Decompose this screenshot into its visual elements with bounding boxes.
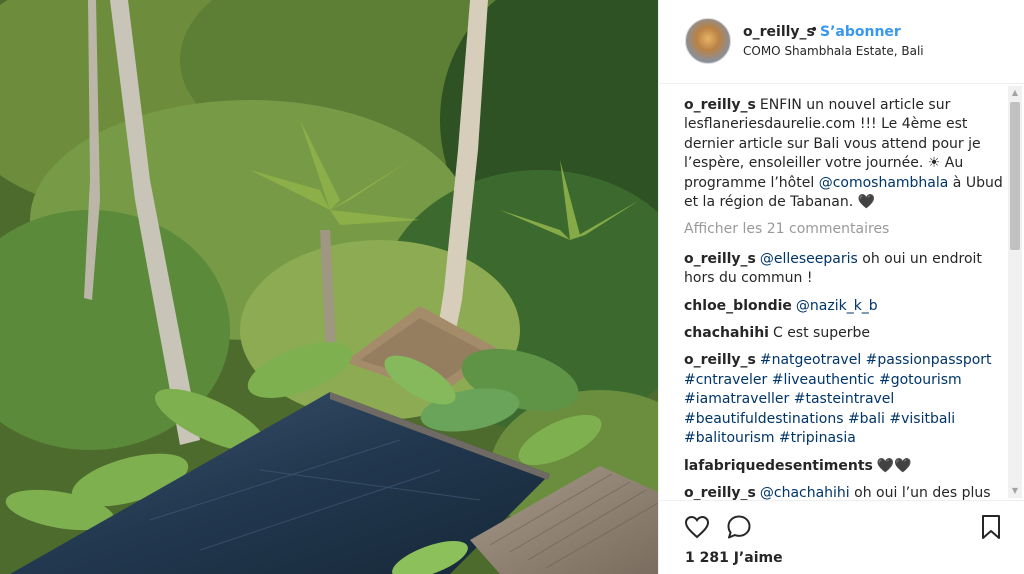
jungle-infinity-pool-photo: [0, 0, 658, 574]
chevron-down-icon[interactable]: ▼: [1008, 484, 1022, 498]
comment-item: o_reilly_s @elleseeparis oh oui un endroi…: [684, 250, 1004, 289]
comment-username[interactable]: o_reilly_s: [684, 485, 756, 500]
view-all-comments-link[interactable]: Afficher les 21 commentaires: [684, 220, 1004, 239]
comment-mention[interactable]: @nazik_k_b: [796, 298, 878, 314]
comment-username[interactable]: chachahihi: [684, 325, 769, 341]
comments-list: o_reilly_s ENFIN un nouvel article sur le…: [684, 96, 1004, 500]
caption: o_reilly_s ENFIN un nouvel article sur le…: [684, 96, 1004, 212]
instagram-post-modal: o_reilly_s • S’abonner COMO Shambhala Es…: [0, 0, 1024, 574]
scrollbar-thumb[interactable]: [1010, 102, 1020, 250]
bookmark-icon[interactable]: [979, 513, 1003, 541]
caption-username[interactable]: o_reilly_s: [684, 97, 756, 113]
comment-item: chachahihi C est superbe: [684, 324, 1004, 343]
post-location[interactable]: COMO Shambhala Estate, Bali: [743, 44, 924, 58]
separator-dot: •: [810, 22, 819, 38]
chevron-up-icon[interactable]: ▲: [1008, 86, 1022, 100]
post-footer: 1 281 J’aime: [659, 500, 1024, 574]
comment-mention[interactable]: @elleseeparis: [760, 251, 858, 267]
comment-username[interactable]: o_reilly_s: [684, 352, 756, 368]
post-photo[interactable]: [0, 0, 658, 574]
comment-item: o_reilly_s #natgeotravel #passionpassport…: [684, 351, 1004, 448]
comment-text: 🖤🖤: [876, 457, 912, 474]
comment-username[interactable]: chloe_blondie: [684, 298, 792, 314]
comment-username[interactable]: o_reilly_s: [684, 251, 756, 267]
post-username[interactable]: o_reilly_s: [743, 24, 815, 40]
comments-scrollbar[interactable]: ▲ ▼: [1008, 86, 1022, 498]
heart-icon[interactable]: [683, 513, 711, 541]
follow-button[interactable]: S’abonner: [820, 24, 901, 40]
caption-mention[interactable]: @comoshambhala: [819, 175, 949, 191]
post-header: o_reilly_s • S’abonner COMO Shambhala Es…: [659, 0, 1024, 84]
comment-item: chloe_blondie @nazik_k_b: [684, 297, 1004, 316]
likes-count[interactable]: 1 281 J’aime: [685, 550, 783, 566]
comment-text: oh oui l’un des plus: [849, 484, 991, 500]
profile-avatar[interactable]: [685, 18, 731, 64]
comment-bubble-icon[interactable]: [725, 513, 753, 541]
comment-username[interactable]: lafabriquedesentiments: [684, 458, 873, 474]
comment-item: lafabriquedesentiments 🖤🖤: [684, 457, 1004, 476]
comment-mention[interactable]: @chachahihi: [760, 485, 850, 500]
post-side-panel: o_reilly_s • S’abonner COMO Shambhala Es…: [658, 0, 1024, 574]
comment-item: o_reilly_s @chachahihi oh oui l’un des pl…: [684, 484, 1004, 500]
comment-text: C est superbe: [772, 325, 870, 342]
